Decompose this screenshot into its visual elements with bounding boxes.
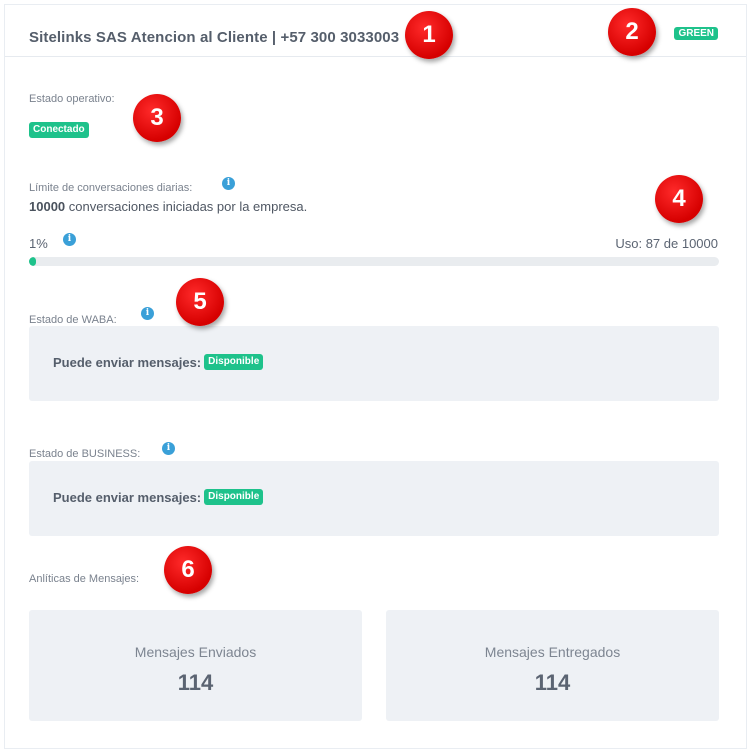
info-icon[interactable]: i — [222, 177, 235, 190]
info-icon[interactable]: i — [63, 233, 76, 246]
business-status-label: Estado de BUSINESS: — [29, 448, 141, 460]
business-send-status: Puede enviar mensajes: Disponible — [53, 489, 264, 505]
waba-status-box: Puede enviar mensajes: Disponible — [29, 326, 719, 401]
annotation-marker-4: 4 — [655, 175, 703, 223]
info-icon[interactable]: i — [141, 307, 154, 320]
usage-percent: 1% — [29, 236, 48, 251]
account-title: Sitelinks SAS Atencion al Cliente | +57 … — [29, 29, 400, 46]
operational-status-label: Estado operativo: — [29, 93, 115, 105]
info-icon[interactable]: i — [162, 442, 175, 455]
annotation-marker-6: 6 — [164, 546, 212, 594]
connected-badge: Conectado — [29, 122, 89, 138]
business-status-box: Puede enviar mensajes: Disponible — [29, 461, 719, 536]
messages-delivered-title: Mensajes Entregados — [484, 644, 621, 660]
conversation-limit-label: Límite de conversaciones diarias: — [29, 182, 193, 194]
business-available-badge: Disponible — [204, 489, 264, 505]
waba-status-label: Estado de WABA: — [29, 314, 117, 326]
messages-sent-value: 114 — [177, 670, 214, 695]
limit-text: conversaciones iniciadas por la empresa. — [68, 199, 308, 214]
waba-available-badge: Disponible — [204, 354, 264, 370]
analytics-label: Anlíticas de Mensajes: — [29, 573, 140, 585]
conversation-limit-description: 10000 conversaciones iniciadas por la em… — [29, 199, 307, 214]
annotation-marker-2: 2 — [608, 8, 656, 56]
messages-delivered-value: 114 — [534, 670, 571, 695]
waba-send-status: Puede enviar mensajes: Disponible — [53, 354, 264, 370]
messages-sent-title: Mensajes Enviados — [134, 644, 257, 660]
waba-send-label: Puede enviar mensajes: — [53, 354, 202, 370]
business-send-label: Puede enviar mensajes: — [53, 489, 202, 505]
limit-value: 10000 — [29, 199, 66, 214]
whatsapp-account-card: Sitelinks SAS Atencion al Cliente | +57 … — [4, 4, 747, 749]
usage-progress-bar — [29, 257, 719, 266]
annotation-marker-5: 5 — [176, 278, 224, 326]
annotation-marker-1: 1 — [405, 11, 453, 59]
messages-delivered-card: Mensajes Entregados 114 — [386, 610, 719, 721]
usage-count: Uso: 87 de 10000 — [615, 236, 718, 251]
quality-rating-badge: GREEN — [674, 27, 718, 40]
annotation-marker-3: 3 — [133, 94, 181, 142]
operational-status: Conectado — [29, 119, 89, 138]
usage-progress-fill — [29, 257, 36, 266]
messages-sent-card: Mensajes Enviados 114 — [29, 610, 362, 721]
